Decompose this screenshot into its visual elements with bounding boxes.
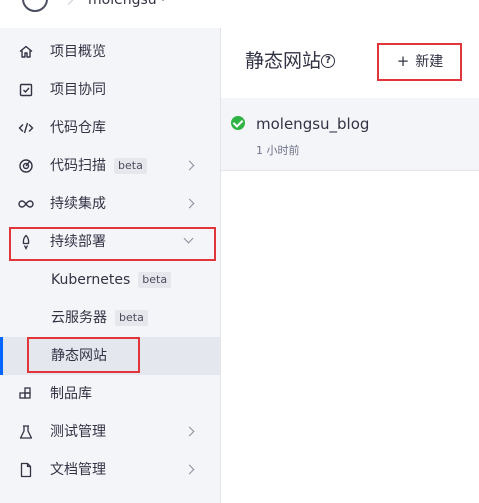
scan-icon — [19, 159, 33, 173]
sidebar-item-docs[interactable]: 文档管理 — [0, 451, 220, 489]
highlight-box-cd — [9, 227, 216, 261]
sidebar-item-label: 代码仓库 — [50, 120, 106, 136]
highlight-box-static-site — [27, 337, 140, 373]
beta-badge: beta — [115, 310, 148, 326]
project-name[interactable]: molengsu — [88, 0, 157, 9]
sidebar-subitem-text: Kubernetes — [51, 272, 131, 288]
sidebar-item-label: 制品库 — [50, 386, 92, 402]
breadcrumb-separator-icon — [62, 0, 75, 5]
beta-badge: beta — [114, 158, 147, 174]
sidebar-subitem-cloud-server[interactable]: 云服务器 beta — [0, 299, 220, 337]
sidebar-subitem-text: 云服务器 — [51, 310, 107, 326]
chevron-right-icon — [184, 160, 195, 171]
sidebar-item-text: 代码扫描 — [50, 158, 106, 174]
sidebar-item-label: 文档管理 — [50, 462, 106, 478]
sidebar-item-overview[interactable]: 项目概览 — [0, 33, 220, 71]
highlight-box-new-button — [377, 43, 462, 81]
sidebar-subitem-kubernetes[interactable]: Kubernetes beta — [0, 261, 220, 299]
sidebar-item-ci[interactable]: 持续集成 — [0, 185, 220, 223]
sidebar-item-code-repo[interactable]: 代码仓库 — [0, 109, 220, 147]
sidebar-item-label: 代码扫描 beta — [50, 147, 147, 185]
sidebar-item-artifacts[interactable]: 制品库 — [0, 375, 220, 413]
sidebar-item-code-scan[interactable]: 代码扫描 beta — [0, 147, 220, 185]
site-updated-time: 1 小时前 — [256, 144, 300, 157]
chevron-right-icon — [184, 464, 195, 475]
code-icon — [18, 122, 34, 134]
active-indicator — [0, 337, 3, 375]
chevron-right-icon — [184, 198, 195, 209]
site-card[interactable]: molengsu_blog 1 小时前 — [221, 98, 479, 171]
sidebar-subitem-label: Kubernetes beta — [51, 261, 172, 299]
sidebar: 项目概览 项目协同 代码仓库 代码扫描 beta 持续集成 持续部署 Kubern… — [0, 28, 221, 503]
success-check-icon — [231, 116, 245, 130]
site-name[interactable]: molengsu_blog — [256, 114, 369, 134]
sidebar-item-testing[interactable]: 测试管理 — [0, 413, 220, 451]
top-bar: molengsu — [0, 0, 479, 28]
help-icon[interactable]: ? — [321, 54, 335, 68]
sidebar-item-label: 项目概览 — [50, 44, 106, 60]
document-icon — [20, 462, 32, 478]
beta-badge: beta — [138, 272, 172, 288]
flask-icon — [19, 425, 33, 439]
logo-icon[interactable] — [22, 0, 48, 12]
page-title: 静态网站 — [245, 50, 322, 72]
sidebar-subitem-label: 云服务器 beta — [51, 299, 148, 337]
package-icon — [19, 387, 31, 399]
caret-down-icon[interactable] — [159, 0, 167, 1]
infinity-icon — [18, 200, 34, 208]
home-icon — [19, 45, 33, 58]
sidebar-item-collaboration[interactable]: 项目协同 — [0, 71, 220, 109]
sidebar-item-label: 项目协同 — [50, 82, 106, 98]
sidebar-item-label: 测试管理 — [50, 424, 106, 440]
checkbox-icon — [19, 83, 33, 97]
chevron-right-icon — [184, 426, 195, 437]
sidebar-item-label: 持续集成 — [50, 196, 106, 212]
